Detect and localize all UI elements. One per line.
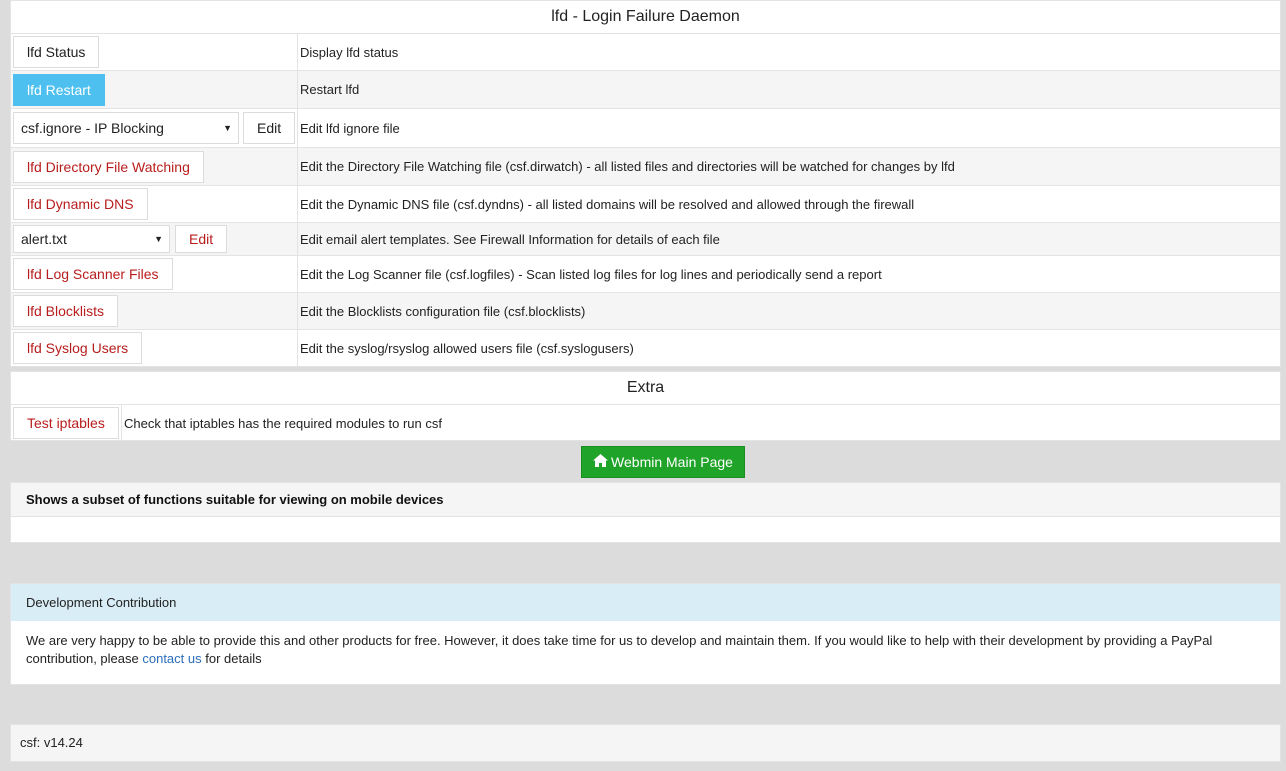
table-row: lfd Syslog Users Edit the syslog/rsyslog… (11, 330, 1280, 366)
row-description: Check that iptables has the required mod… (124, 415, 442, 431)
ignore-file-select-value: csf.ignore - IP Blocking (21, 120, 164, 136)
extra-panel: Extra Test iptables Check that iptables … (10, 371, 1281, 441)
lfd-section-title: lfd - Login Failure Daemon (11, 1, 1280, 34)
mobile-heading: Shows a subset of functions suitable for… (11, 483, 1280, 517)
development-contribution-panel: Development Contribution We are very hap… (10, 583, 1281, 685)
lfd-status-button[interactable]: lfd Status (13, 36, 100, 68)
row-description: Edit lfd ignore file (300, 120, 400, 136)
webmin-button-label: Webmin Main Page (611, 454, 733, 470)
alert-template-select-value: alert.txt (21, 231, 67, 247)
dev-heading: Development Contribution (11, 584, 1280, 621)
lfd-dynamic-dns-button[interactable]: lfd Dynamic DNS (13, 188, 148, 220)
home-icon (593, 454, 609, 470)
test-iptables-button[interactable]: Test iptables (13, 407, 119, 439)
row-description: Edit the Blocklists configuration file (… (300, 303, 586, 319)
table-row: lfd Status Display lfd status (11, 34, 1280, 71)
lfd-blocklists-button[interactable]: lfd Blocklists (13, 295, 119, 327)
edit-alert-button[interactable]: Edit (175, 225, 228, 253)
dropdown-caret-icon: ▼ (154, 234, 163, 244)
table-row: alert.txt ▼ Edit Edit email alert templa… (11, 223, 1280, 256)
dropdown-caret-icon: ▼ (223, 123, 232, 133)
alert-template-select[interactable]: alert.txt ▼ (13, 225, 170, 253)
lfd-panel: lfd - Login Failure Daemon lfd Status Di… (10, 0, 1281, 367)
lfd-log-scanner-files-button[interactable]: lfd Log Scanner Files (13, 258, 173, 290)
lfd-syslog-users-button[interactable]: lfd Syslog Users (13, 332, 143, 364)
table-row: lfd Dynamic DNS Edit the Dynamic DNS fil… (11, 186, 1280, 223)
extra-section-title: Extra (11, 372, 1280, 405)
version-footer: csf: v14.24 (10, 724, 1281, 762)
table-row: lfd Blocklists Edit the Blocklists confi… (11, 293, 1280, 330)
webmin-main-page-button[interactable]: Webmin Main Page (581, 446, 745, 478)
edit-ignore-button[interactable]: Edit (243, 112, 296, 144)
row-description: Edit the syslog/rsyslog allowed users fi… (300, 340, 634, 356)
table-row: Test iptables Check that iptables has th… (11, 405, 1280, 441)
dev-body: We are very happy to be able to provide … (11, 621, 1280, 668)
mobile-panel: Shows a subset of functions suitable for… (10, 482, 1281, 543)
row-description: Edit email alert templates. See Firewall… (300, 231, 720, 247)
row-description: Edit the Log Scanner file (csf.logfiles)… (300, 266, 882, 282)
table-row: lfd Log Scanner Files Edit the Log Scann… (11, 256, 1280, 293)
row-description: Display lfd status (300, 44, 399, 60)
dev-body-text-end: for details (201, 651, 262, 666)
row-description: Restart lfd (300, 82, 360, 97)
contact-us-link[interactable]: contact us (142, 651, 201, 666)
ignore-file-select[interactable]: csf.ignore - IP Blocking ▼ (13, 112, 239, 144)
table-row: lfd Directory File Watching Edit the Dir… (11, 148, 1280, 186)
lfd-directory-file-watching-button[interactable]: lfd Directory File Watching (13, 150, 204, 183)
row-description: Edit the Directory File Watching file (c… (300, 159, 955, 174)
lfd-restart-button[interactable]: lfd Restart (13, 73, 105, 106)
table-row: lfd Restart Restart lfd (11, 71, 1280, 109)
row-description: Edit the Dynamic DNS file (csf.dyndns) -… (300, 196, 915, 212)
table-row: csf.ignore - IP Blocking ▼ Edit Edit lfd… (11, 109, 1280, 148)
